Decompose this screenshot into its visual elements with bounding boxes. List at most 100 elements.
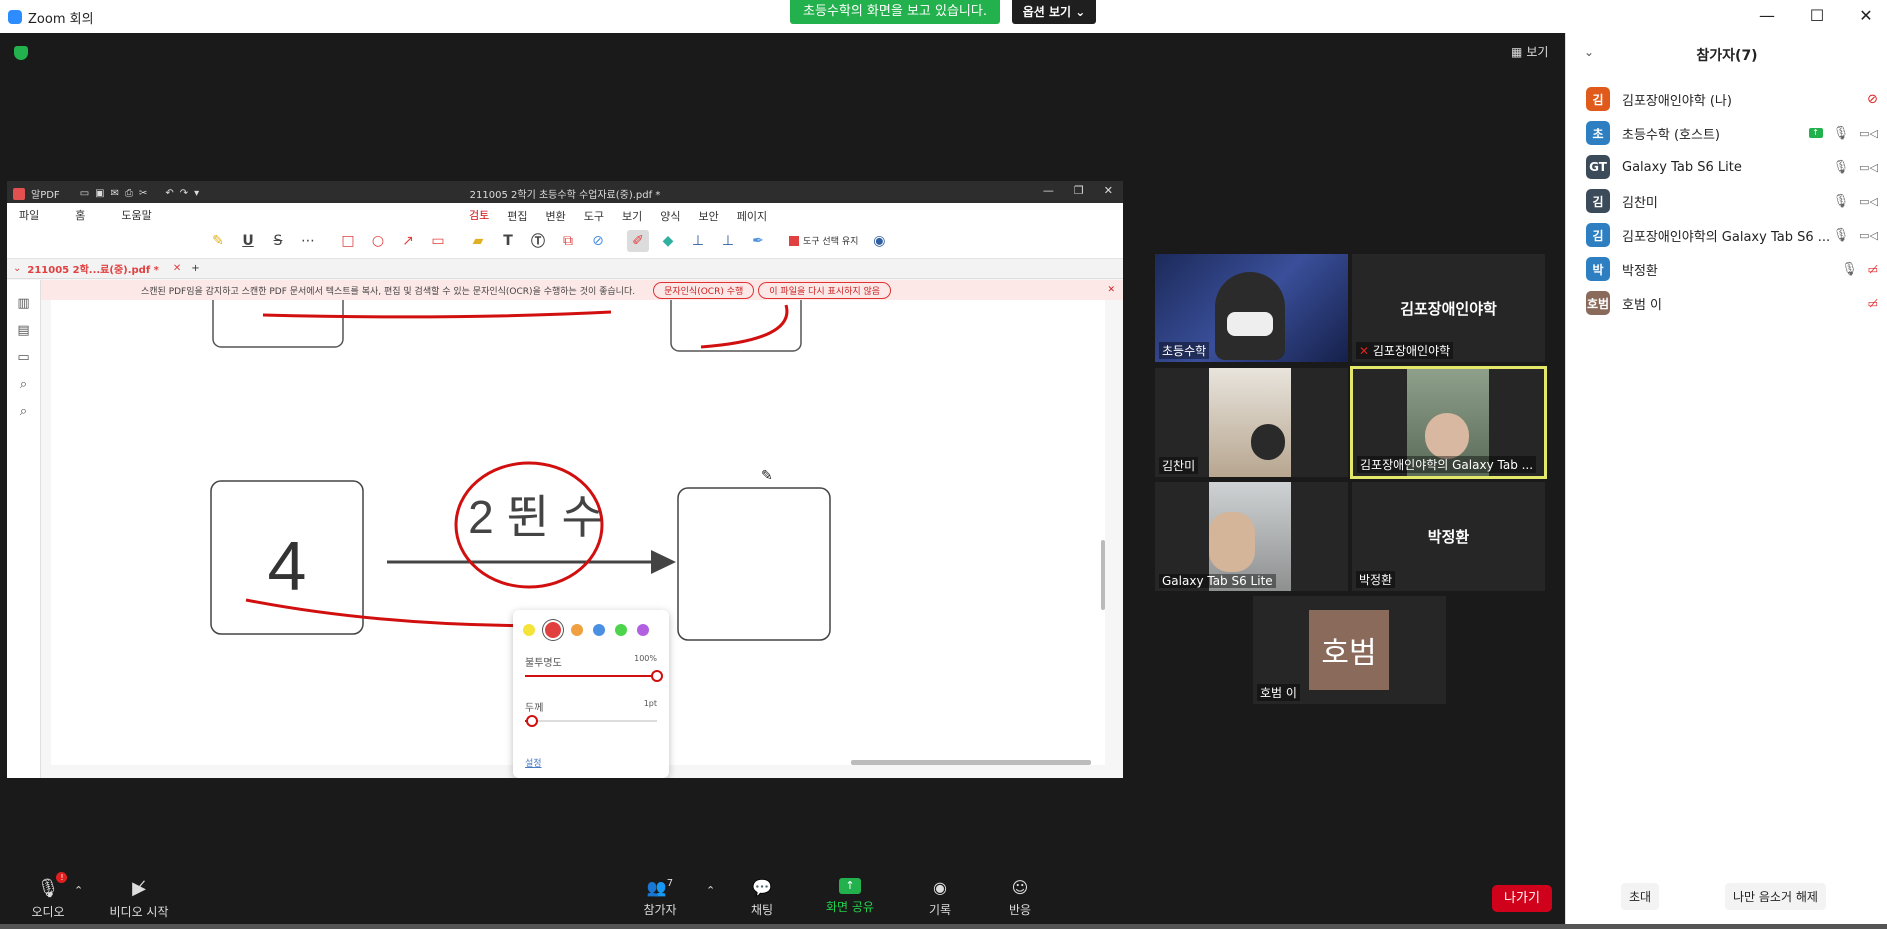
pdf-ribbon-tab[interactable]: 페이지	[737, 208, 767, 224]
horizontal-scrollbar[interactable]	[851, 760, 1091, 765]
dismiss-ocr-button[interactable]: 이 파일을 다시 표시하지 않음	[758, 281, 892, 299]
invite-button[interactable]: 초대	[1621, 883, 1660, 910]
participant-row[interactable]: 김 김찬미 🎙 ▭◁	[1586, 186, 1878, 216]
video-tile[interactable]: 박정환 박정환	[1352, 482, 1545, 591]
reactions-button[interactable]: ☺ 반응	[1004, 878, 1036, 918]
vertical-scrollbar[interactable]	[1101, 540, 1105, 610]
notice-close-icon[interactable]: ✕	[1107, 285, 1115, 295]
highlighter-icon[interactable]: ✎	[207, 230, 229, 252]
participant-row[interactable]: 호범 호범 이 ▭̸	[1586, 288, 1878, 318]
search-icon[interactable]: ⌕	[20, 404, 27, 419]
start-video-button[interactable]: ▶̸ 비디오 시작	[104, 878, 174, 920]
pdf-ribbon-tab[interactable]: 변환	[546, 208, 566, 224]
video-off-icon[interactable]: ▭̸	[1868, 297, 1878, 310]
microphone-icon[interactable]: 🎙	[1841, 262, 1858, 277]
microphone-icon[interactable]: 🎙	[1833, 228, 1850, 243]
microphone-icon[interactable]: 🎙	[1833, 126, 1850, 141]
document-tab[interactable]: 211005 2학...료(중).pdf *	[27, 261, 159, 276]
ellipse-icon[interactable]: ○	[367, 230, 389, 252]
view-layout-button[interactable]: ▦ 보기	[1511, 43, 1548, 60]
pen-color-swatch[interactable]	[545, 622, 561, 638]
muted-microphone-icon[interactable]: ⊘	[1867, 92, 1878, 107]
pdf-ribbon-tab[interactable]: 편집	[507, 208, 527, 224]
eye-icon[interactable]: ◉	[868, 230, 890, 252]
video-tile[interactable]: 김찬미	[1155, 368, 1348, 477]
pen-color-swatch[interactable]	[593, 624, 605, 636]
bookmarks-icon[interactable]: ▤	[17, 323, 29, 338]
callout-icon[interactable]: ⧉	[557, 230, 579, 252]
pen-color-swatch[interactable]	[615, 624, 627, 636]
signature-icon[interactable]: ✒	[747, 230, 769, 252]
video-tile[interactable]: 김포장애인야학 ✕ 김포장애인야학	[1352, 254, 1545, 362]
pen-color-swatch[interactable]	[523, 624, 535, 636]
pdf-ribbon-tab[interactable]: 도구	[584, 208, 604, 224]
opacity-slider-knob[interactable]	[651, 670, 663, 682]
eraser-icon[interactable]: ◆	[657, 230, 679, 252]
shapes-dropdown-icon[interactable]: ▭	[427, 230, 449, 252]
participant-row[interactable]: 초 초등수학 (호스트) ↑ 🎙 ▭◁	[1586, 118, 1878, 148]
view-options-button[interactable]: 옵션 보기 ⌄	[1012, 0, 1096, 24]
participant-row[interactable]: 김 김포장애인야학의 Galaxy Tab S6 ... 🎙 ▭◁	[1586, 220, 1878, 250]
pdf-minimize-icon[interactable]: —	[1043, 184, 1054, 197]
encryption-shield-icon[interactable]	[14, 46, 28, 60]
video-camera-icon[interactable]: ▭◁	[1859, 127, 1878, 140]
opacity-slider[interactable]	[525, 670, 663, 682]
video-tile[interactable]: 호범 호범 이	[1253, 596, 1446, 704]
video-camera-icon[interactable]: ▭◁	[1859, 229, 1878, 242]
pen-color-swatch[interactable]	[637, 624, 649, 636]
stamp-dropdown-icon[interactable]: ⊥	[717, 230, 739, 252]
chat-button[interactable]: 💬 채팅	[746, 878, 778, 918]
participant-row[interactable]: 박 박정환 🎙 ▭̸	[1586, 254, 1878, 284]
pen-icon[interactable]: ✐	[627, 229, 649, 252]
record-button[interactable]: ◉ 기록	[924, 878, 956, 918]
pdf-ribbon-tab[interactable]: 보기	[622, 208, 642, 224]
underline-icon[interactable]: U	[237, 230, 259, 252]
minimize-icon[interactable]: —	[1752, 6, 1782, 26]
share-screen-button[interactable]: ↑ 화면 공유	[822, 878, 878, 915]
more-icon[interactable]: ⋯	[297, 230, 319, 252]
active-speaker-tile[interactable]: 김포장애인야학의 Galaxy Tab ...	[1350, 366, 1547, 479]
attach-icon[interactable]: ⊘	[587, 230, 609, 252]
video-camera-icon[interactable]: ▭◁	[1859, 161, 1878, 174]
thumbnails-icon[interactable]: ▥	[17, 296, 29, 311]
microphone-icon[interactable]: 🎙	[1833, 160, 1850, 175]
comments-icon[interactable]: ▭	[17, 350, 29, 365]
rectangle-icon[interactable]: □	[337, 230, 359, 252]
ocr-button[interactable]: 문자인식(OCR) 수행	[653, 281, 755, 299]
pdf-ribbon-tab[interactable]: 양식	[660, 208, 680, 224]
audio-button[interactable]: 🎙! 오디오	[28, 872, 68, 920]
stamp-icon[interactable]: ⊥	[687, 230, 709, 252]
new-tab-icon[interactable]: +	[191, 263, 199, 274]
video-tile[interactable]: Galaxy Tab S6 Lite	[1155, 482, 1348, 591]
pdf-ribbon-tab[interactable]: 보안	[699, 208, 719, 224]
participants-options-chevron-icon[interactable]: ⌃	[706, 884, 715, 897]
microphone-icon[interactable]: 🎙	[1833, 194, 1850, 209]
keep-tool-checkbox[interactable]	[789, 235, 799, 246]
text-box-icon[interactable]: Ⓣ	[527, 230, 549, 252]
arrow-icon[interactable]: ↗	[397, 230, 419, 252]
unmute-me-button[interactable]: 나만 음소거 해제	[1725, 883, 1826, 910]
pdf-menu-item[interactable]: 파일	[19, 207, 39, 223]
leave-button[interactable]: 나가기	[1492, 885, 1552, 912]
maximize-icon[interactable]: ☐	[1802, 6, 1832, 26]
tab-menu-icon[interactable]: ⌄	[13, 263, 21, 274]
pdf-close-icon[interactable]: ✕	[1104, 184, 1113, 197]
pdf-menu-item[interactable]: 홈	[75, 207, 85, 223]
pdf-menu-item[interactable]: 도움말	[121, 207, 151, 223]
thickness-slider[interactable]	[525, 715, 657, 727]
audio-options-chevron-icon[interactable]: ⌃	[74, 884, 83, 897]
participant-row[interactable]: GT Galaxy Tab S6 Lite 🎙 ▭◁	[1586, 152, 1878, 182]
thickness-slider-knob[interactable]	[525, 715, 538, 727]
sticky-note-icon[interactable]: ▰	[467, 230, 489, 252]
participant-row[interactable]: 김 김포장애인야학 (나) ⊘	[1586, 84, 1878, 114]
attachments-icon[interactable]: ⌕	[20, 377, 27, 392]
video-tile[interactable]: 초등수학	[1155, 254, 1348, 362]
participants-button[interactable]: 👥7 참가자	[638, 878, 682, 918]
text-icon[interactable]: T	[497, 230, 519, 252]
close-icon[interactable]: ✕	[1851, 6, 1881, 26]
settings-link[interactable]: 설정	[525, 756, 542, 769]
pdf-restore-icon[interactable]: ❐	[1074, 184, 1084, 197]
pen-color-swatch[interactable]	[571, 624, 583, 636]
strikethrough-icon[interactable]: S	[267, 230, 289, 252]
video-off-icon[interactable]: ▭̸	[1868, 263, 1878, 276]
